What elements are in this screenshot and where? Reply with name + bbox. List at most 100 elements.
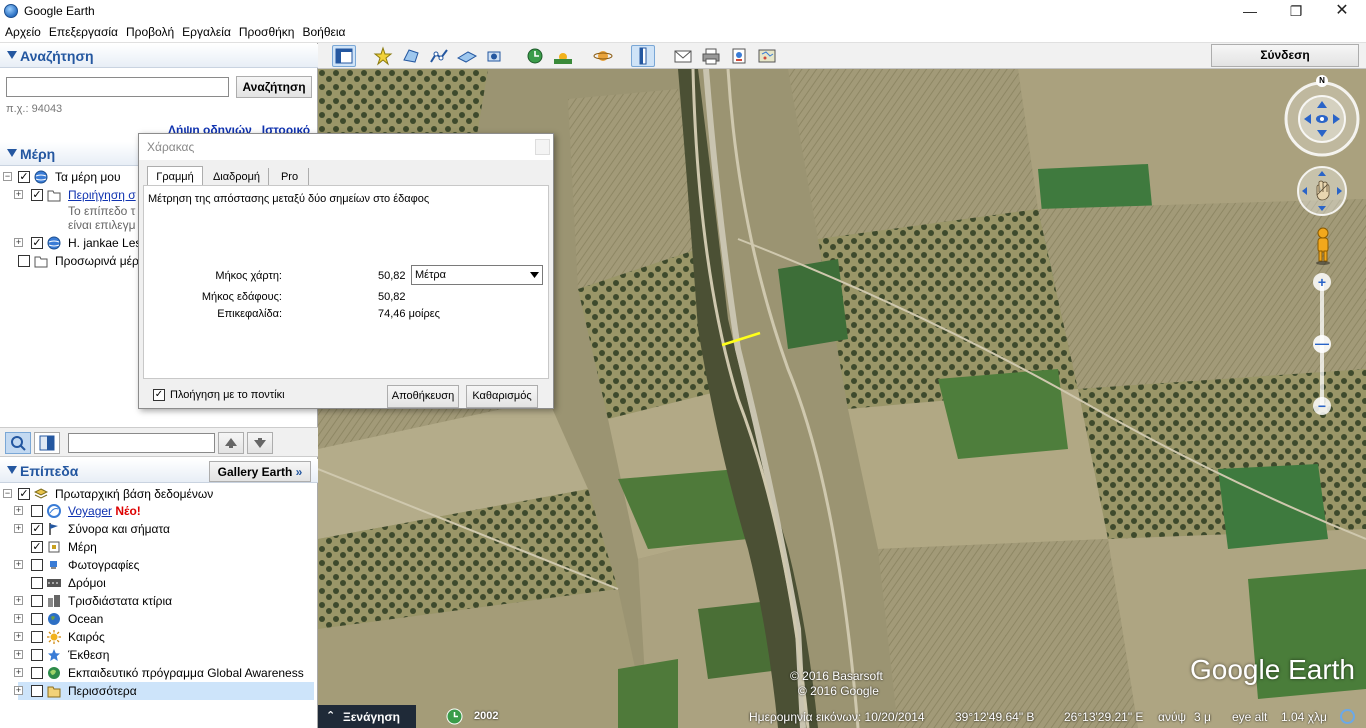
maximize-button[interactable]: ❐ (1273, 0, 1319, 22)
layer-voyager[interactable]: + Voyager Νέο! (0, 502, 316, 520)
historical-imagery-button[interactable] (523, 45, 547, 67)
menu-file[interactable]: Αρχείο (0, 22, 44, 39)
zoom-thumb[interactable]: — (1313, 335, 1331, 353)
checkbox[interactable] (31, 649, 43, 661)
zoom-in-button[interactable]: + (1313, 273, 1331, 291)
close-button[interactable]: ✕ (1319, 0, 1365, 22)
zoom-slider[interactable]: + — − (1312, 273, 1332, 417)
tab-pro[interactable]: Pro (271, 168, 309, 186)
collapse-toggle[interactable]: − (3, 489, 12, 498)
expand-toggle[interactable]: + (14, 524, 23, 533)
ruler-save-button[interactable]: Αποθήκευση (387, 385, 459, 408)
search-panel-header[interactable]: Αναζήτηση (0, 44, 318, 68)
search-input[interactable] (6, 77, 229, 97)
layer-more[interactable]: Περισσότερα (18, 682, 314, 700)
toggle-sidebar-button[interactable] (332, 45, 356, 67)
print-button[interactable] (699, 45, 723, 67)
ruler-button[interactable] (631, 45, 655, 67)
expand-toggle[interactable]: + (14, 614, 23, 623)
earth-gallery-button[interactable]: Gallery Earth » (209, 461, 311, 482)
expand-toggle[interactable]: + (14, 238, 23, 247)
layer-3d-buildings[interactable]: + Τρισδιάστατα κτίρια (0, 592, 316, 610)
ruler-dialog-titlebar[interactable]: Χάρακας (139, 134, 553, 160)
tour-button[interactable]: ⌃ Ξενάγηση (318, 705, 416, 728)
layer-global-awareness[interactable]: + Εκπαιδευτικό πρόγραμμα Global Awarenes… (0, 664, 316, 682)
checkbox[interactable]: ✓ (31, 189, 43, 201)
checkbox[interactable]: ✓ (31, 541, 43, 553)
history-clock-icon[interactable] (446, 708, 463, 725)
heading-value: 74,46 μοίρες (378, 308, 440, 320)
add-placemark-button[interactable] (371, 45, 395, 67)
tab-path[interactable]: Διαδρομή (205, 168, 269, 186)
layer-gallery[interactable]: + Έκθεση (0, 646, 316, 664)
map-length-label: Μήκος χάρτη: (215, 270, 282, 282)
checkbox[interactable] (31, 685, 43, 697)
expand-toggle[interactable]: + (14, 668, 23, 677)
expand-toggle[interactable]: + (14, 560, 23, 569)
expand-toggle[interactable]: + (14, 190, 23, 199)
expand-toggle[interactable]: + (14, 632, 23, 641)
layers-panel-title: Επίπεδα (20, 463, 79, 479)
layer-borders[interactable]: + ✓ Σύνορα και σήματα (0, 520, 316, 538)
menu-help[interactable]: Βοήθεια (297, 22, 348, 39)
add-polygon-button[interactable] (399, 45, 423, 67)
checkbox[interactable] (31, 505, 43, 517)
zoom-out-button[interactable]: − (1313, 397, 1331, 415)
expand-toggle[interactable]: + (14, 686, 23, 695)
checkbox[interactable]: ✓ (31, 523, 43, 535)
layer-ocean[interactable]: + Ocean (0, 610, 316, 628)
search-places-button[interactable] (5, 432, 31, 454)
menu-tools[interactable]: Εργαλεία (177, 22, 234, 39)
checkbox[interactable] (31, 631, 43, 643)
move-down-button[interactable] (247, 432, 273, 454)
save-image-button[interactable] (727, 45, 751, 67)
menu-add[interactable]: Προσθήκη (234, 22, 298, 39)
checkbox[interactable] (31, 577, 43, 589)
layer-roads[interactable]: Δρόμοι (0, 574, 316, 592)
voyager-link[interactable]: Voyager (68, 504, 112, 518)
expand-toggle[interactable]: + (14, 650, 23, 659)
collapse-toggle[interactable]: − (3, 172, 12, 181)
double-chevron-up-icon: ⌃ (326, 710, 336, 722)
unit-select[interactable]: Μέτρα (411, 265, 543, 285)
move-joystick[interactable] (1296, 165, 1348, 217)
street-view-pegman[interactable] (1312, 227, 1334, 265)
minimize-button[interactable]: — (1227, 0, 1273, 22)
layer-weather[interactable]: + Καιρός (0, 628, 316, 646)
places-filter-input[interactable] (68, 433, 215, 453)
tree-label: Καιρός (68, 630, 105, 644)
look-joystick[interactable]: N (1284, 75, 1360, 157)
checkbox[interactable] (31, 613, 43, 625)
sunlight-button[interactable] (551, 45, 575, 67)
checkbox[interactable] (18, 255, 30, 267)
checkbox[interactable]: ✓ (18, 171, 30, 183)
layer-photos[interactable]: + Φωτογραφίες (0, 556, 316, 574)
expand-toggle[interactable]: + (14, 506, 23, 515)
move-up-button[interactable] (218, 432, 244, 454)
menu-view[interactable]: Προβολή (121, 22, 177, 39)
record-tour-button[interactable] (483, 45, 507, 67)
ruler-clear-button[interactable]: Καθαρισμός (466, 385, 538, 408)
menu-edit[interactable]: Επεξεργασία (44, 22, 121, 39)
email-button[interactable] (671, 45, 695, 67)
layer-places[interactable]: ✓ Μέρη (0, 538, 316, 556)
sign-in-button[interactable]: Σύνδεση (1211, 44, 1359, 67)
search-button[interactable]: Αναζήτηση (236, 76, 312, 98)
checkbox[interactable] (31, 595, 43, 607)
north-indicator[interactable]: N (1316, 75, 1328, 87)
switch-planet-button[interactable] (591, 45, 615, 67)
checkbox[interactable]: ✓ (18, 488, 30, 500)
expand-toggle[interactable]: + (14, 596, 23, 605)
checkbox[interactable] (31, 559, 43, 571)
add-image-overlay-button[interactable] (455, 45, 479, 67)
ruler-close-button[interactable] (535, 139, 550, 155)
ruler-tab-panel: Μέτρηση της απόστασης μεταξύ δύο σημείων… (143, 185, 549, 379)
tab-line[interactable]: Γραμμή (147, 166, 203, 186)
layer-primary-database[interactable]: − ✓ Πρωταρχική βάση δεδομένων (0, 485, 316, 503)
mouse-navigation-checkbox[interactable]: ✓ (153, 389, 165, 401)
checkbox[interactable]: ✓ (31, 237, 43, 249)
toggle-panel-button[interactable] (34, 432, 60, 454)
add-path-button[interactable] (427, 45, 451, 67)
view-in-maps-button[interactable] (755, 45, 779, 67)
checkbox[interactable] (31, 667, 43, 679)
